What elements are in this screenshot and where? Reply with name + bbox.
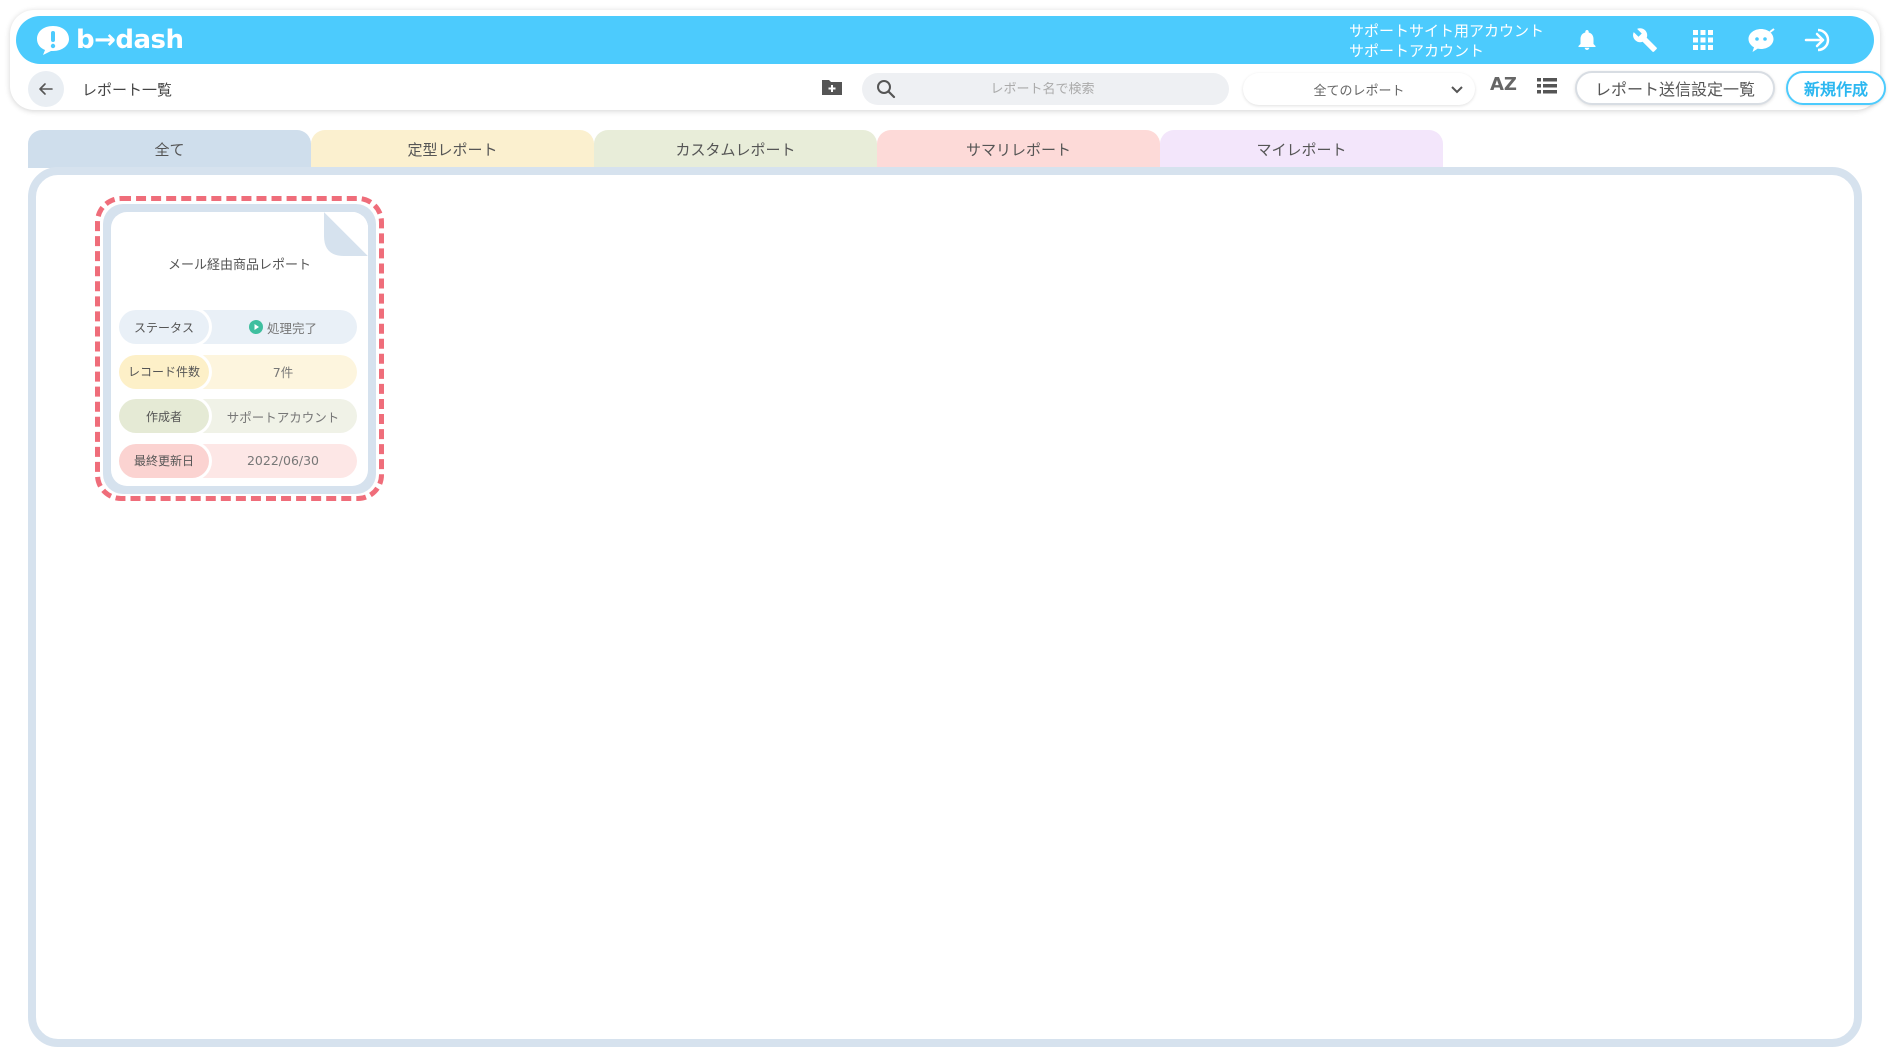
tab-summary-report[interactable]: サマリレポート <box>877 130 1160 168</box>
back-button[interactable] <box>28 71 64 107</box>
updated-date-label: 最終更新日 <box>119 443 209 478</box>
status-value: 処理完了 <box>209 318 357 337</box>
card-row-updated-date: 最終更新日 2022/06/30 <box>119 443 357 478</box>
tab-my-report[interactable]: マイレポート <box>1160 130 1443 168</box>
arrow-left-icon <box>39 83 53 95</box>
chevron-down-icon <box>1451 86 1463 94</box>
search-box <box>862 73 1229 105</box>
report-card-title: メール経由商品レポート <box>167 258 311 273</box>
new-report-button[interactable]: 新規作成 <box>1786 71 1886 105</box>
sort-az-button[interactable]: AZ <box>1490 74 1517 95</box>
creator-value: サポートアカウント <box>226 409 340 425</box>
page-title: レポート一覧 <box>82 80 173 99</box>
bell-icon[interactable] <box>1572 25 1602 55</box>
sub-toolbar: レポート一覧 全てのレポート AZ レポート送信設定一覧 新規作成 <box>28 70 1886 108</box>
report-category-tabs: 全て 定型レポート カスタムレポート サマリレポート マイレポート <box>28 130 1443 170</box>
report-card[interactable]: メール経由商品レポート ステータス 処理完了 レコード件数 7件 作成者 サポー… <box>103 204 376 494</box>
list-view-icon[interactable] <box>1536 76 1560 100</box>
play-circle-icon <box>248 320 263 334</box>
updated-date-value: 2022/06/30 <box>246 453 320 468</box>
page-fold-icon <box>324 212 368 256</box>
status-text: 処理完了 <box>266 320 317 336</box>
search-icon <box>877 80 896 99</box>
record-count-value: 7件 <box>272 365 294 380</box>
report-filter-value: 全てのレポート <box>1313 83 1405 99</box>
account-user-name: サポートアカウント <box>1348 42 1484 60</box>
account-info[interactable]: サポートサイト用アカウント サポートアカウント <box>1349 21 1544 61</box>
tab-custom-report[interactable]: カスタムレポート <box>594 130 877 168</box>
card-row-status: ステータス 処理完了 <box>119 310 357 344</box>
search-input[interactable] <box>896 81 1229 97</box>
chat-bot-icon[interactable] <box>1746 25 1776 55</box>
apps-grid-icon[interactable] <box>1688 25 1718 55</box>
status-label: ステータス <box>119 310 209 344</box>
brand-name: b→dash <box>76 25 184 55</box>
top-navigation-bar: b→dash サポートサイト用アカウント サポートアカウント <box>16 16 1874 64</box>
tab-standard-report[interactable]: 定型レポート <box>311 130 594 168</box>
card-row-record-count: レコード件数 7件 <box>119 354 357 389</box>
report-filter-select[interactable]: 全てのレポート <box>1243 73 1475 105</box>
report-card-body: メール経由商品レポート ステータス 処理完了 レコード件数 7件 作成者 サポー… <box>111 212 368 486</box>
creator-label: 作成者 <box>119 399 209 433</box>
brand-logo[interactable]: b→dash <box>34 24 184 56</box>
logo-bubble-icon <box>37 26 69 55</box>
card-row-creator: 作成者 サポートアカウント <box>119 399 357 433</box>
account-site-name: サポートサイト用アカウント <box>1348 22 1544 40</box>
add-folder-icon[interactable] <box>820 76 846 102</box>
report-send-settings-button[interactable]: レポート送信設定一覧 <box>1575 71 1775 105</box>
tab-all[interactable]: 全て <box>28 130 311 168</box>
wrench-icon[interactable] <box>1630 25 1660 55</box>
record-count-label: レコード件数 <box>119 354 209 389</box>
logout-icon[interactable] <box>1804 25 1834 55</box>
